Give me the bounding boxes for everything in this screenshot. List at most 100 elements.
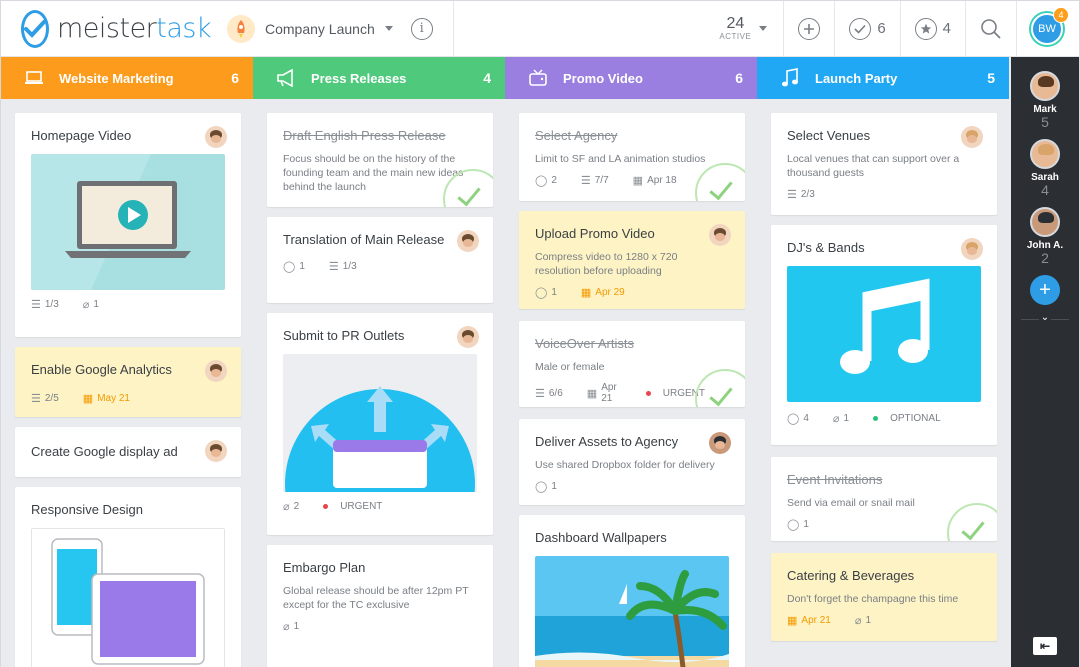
- assignee-avatar: [205, 126, 227, 148]
- assignee-avatar: [709, 224, 731, 246]
- assignee-avatar: [709, 432, 731, 454]
- top-bar: meistertask Company Launch i 24 ACTIVE 6…: [1, 0, 1079, 57]
- chevron-down-icon[interactable]: ⌄: [1039, 313, 1051, 325]
- checklist-icon: ☰: [787, 189, 797, 201]
- music-illustration: [787, 266, 981, 402]
- search-icon: [981, 18, 1001, 39]
- task-card[interactable]: DJ's & Bands ◯ 4 ⌀ 1 OPTIONAL: [771, 225, 997, 445]
- card-title: Deliver Assets to Agency: [535, 434, 679, 449]
- card-description: Local venues that can support over a tho…: [787, 153, 960, 179]
- column-press-releases: Press Releases 4 Draft English Press Rel…: [253, 57, 505, 667]
- task-card[interactable]: Draft English Press Release Focus should…: [267, 113, 493, 207]
- column-header[interactable]: Launch Party 5: [757, 57, 1009, 99]
- checklist-indicator: ☰ 2/5: [31, 393, 59, 405]
- assignee-avatar: [457, 326, 479, 348]
- project-selector[interactable]: Company Launch i: [227, 0, 454, 57]
- paperclip-icon: ⌀: [854, 615, 862, 627]
- card-description: Don't forget the champagne this time: [787, 593, 959, 605]
- video-thumbnail: [31, 154, 225, 290]
- plus-icon: +: [1039, 278, 1051, 301]
- comment-icon: ◯: [787, 413, 800, 425]
- task-card[interactable]: Select Venues Local venues that can supp…: [771, 113, 997, 215]
- task-card[interactable]: Select Agency Limit to SF and LA animati…: [519, 113, 745, 201]
- task-card[interactable]: Event Invitations Send via email or snai…: [771, 457, 997, 541]
- task-card[interactable]: Responsive Design: [15, 487, 241, 667]
- beach-wallpaper-image: [535, 556, 729, 667]
- card-meta: ◯ 1 ☰ 1/3: [283, 260, 477, 273]
- check-circle-icon: [849, 17, 872, 40]
- column-count: 4: [483, 70, 491, 86]
- urgent-tag: URGENT: [323, 501, 394, 512]
- completed-tasks-button[interactable]: 6: [835, 0, 901, 57]
- assignee-avatar: [457, 230, 479, 252]
- column-header[interactable]: Promo Video 6: [505, 57, 757, 99]
- paperclip-icon: ⌀: [283, 621, 290, 633]
- task-card[interactable]: Catering & Beverages Don't forget the ch…: [771, 553, 997, 641]
- member-task-count: 4: [1041, 182, 1049, 198]
- search-button[interactable]: [966, 0, 1017, 57]
- task-card[interactable]: Enable Google Analytics ☰ 2/5 ▦ May 21: [15, 347, 241, 417]
- column-title: Press Releases: [311, 70, 407, 86]
- task-card[interactable]: Submit to PR Outlets ⌀ 2 URGENT: [267, 313, 493, 535]
- paperclip-icon: ⌀: [283, 501, 290, 513]
- completed-check-icon: [695, 369, 745, 407]
- comment-indicator: ◯ 1: [283, 261, 305, 273]
- card-title: Catering & Beverages: [787, 568, 915, 583]
- checklist-indicator: ☰ 2/3: [787, 189, 815, 201]
- avatar: [1030, 71, 1060, 101]
- team-member-sarah[interactable]: Sarah 4: [1011, 139, 1079, 197]
- task-card[interactable]: VoiceOver Artists Male or female ☰ 6/6 ▦ A…: [519, 321, 745, 407]
- task-card[interactable]: Deliver Assets to Agency Use shared Drop…: [519, 419, 745, 505]
- task-card[interactable]: Homepage Video ☰ 1/3 ⌀ 1: [15, 113, 241, 337]
- team-member-mark[interactable]: Mark 5: [1011, 71, 1079, 129]
- task-card[interactable]: Upload Promo Video Compress video to 128…: [519, 211, 745, 309]
- calendar-icon: ▦: [632, 175, 644, 187]
- checkmark-logo-icon: [21, 9, 49, 48]
- task-card[interactable]: Translation of Main Release ◯ 1 ☰ 1/3: [267, 217, 493, 303]
- rocket-icon: [227, 14, 255, 43]
- task-card[interactable]: Embargo Plan Global release should be af…: [267, 545, 493, 667]
- card-title: Create Google display ad: [31, 444, 178, 459]
- team-member-john[interactable]: John A. 2: [1011, 207, 1079, 265]
- column-website-marketing: Website Marketing 6 Homepage Video ☰ 1/3…: [1, 57, 253, 667]
- task-card[interactable]: Dashboard Wallpapers: [519, 515, 745, 667]
- starred-count: 4: [942, 20, 951, 37]
- notification-badge: 4: [1053, 6, 1069, 23]
- add-task-button[interactable]: [784, 0, 836, 57]
- card-title: DJ's & Bands: [787, 240, 865, 255]
- collapse-sidebar-icon[interactable]: ⇤: [1033, 637, 1057, 655]
- card-description: Global release should be after 12pm PT e…: [283, 585, 469, 611]
- attachment-indicator: ⌀ 2: [283, 501, 300, 513]
- card-description: Compress video to 1280 x 720 resolution …: [535, 251, 678, 277]
- attachment-indicator: ⌀ 1: [854, 615, 872, 627]
- completed-count: 6: [877, 20, 886, 37]
- info-icon[interactable]: i: [410, 17, 433, 40]
- card-meta: ☰ 2/5 ▦ May 21: [31, 392, 225, 405]
- team-sidebar: Mark 5 Sarah 4 John A. 2 + ⌄ ⇤: [1011, 57, 1079, 667]
- attachment-indicator: ⌀ 1: [832, 413, 850, 425]
- app-window: meistertask Company Launch i 24 ACTIVE 6…: [0, 0, 1080, 667]
- column-title: Launch Party: [815, 70, 898, 86]
- logo[interactable]: meistertask: [21, 9, 212, 48]
- checklist-icon: ☰: [31, 299, 41, 311]
- user-avatar[interactable]: BW 4: [1031, 6, 1069, 45]
- starred-tasks-button[interactable]: 4: [901, 0, 966, 57]
- comment-icon: ◯: [787, 519, 800, 531]
- due-date: ▦ May 21: [82, 393, 130, 405]
- due-date: ▦ Apr 21: [787, 615, 831, 627]
- card-description: Limit to SF and LA animation studios: [535, 153, 706, 165]
- task-card[interactable]: Create Google display ad: [15, 427, 241, 477]
- card-title: Translation of Main Release: [283, 232, 445, 247]
- column-header[interactable]: Website Marketing 6: [1, 57, 253, 99]
- assignee-avatar: [205, 440, 227, 462]
- card-title: Event Invitations: [787, 472, 883, 487]
- responsive-design-image: [31, 528, 225, 667]
- chevron-down-icon: [759, 26, 768, 31]
- comment-indicator: ◯ 4: [787, 413, 809, 425]
- tv-icon: [527, 69, 549, 87]
- column-header[interactable]: Press Releases 4: [253, 57, 505, 99]
- add-member-button[interactable]: +: [1030, 275, 1060, 305]
- active-tasks-filter[interactable]: 24 ACTIVE: [719, 0, 785, 57]
- comment-indicator: ◯ 2: [535, 175, 557, 187]
- calendar-icon: ▦: [580, 287, 592, 299]
